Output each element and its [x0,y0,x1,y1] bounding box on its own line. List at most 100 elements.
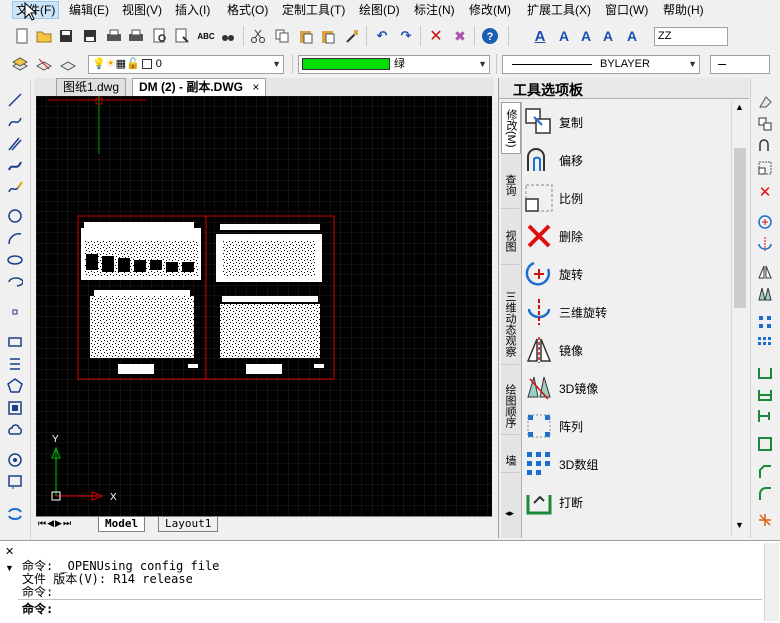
tab-model[interactable]: Model [98,517,146,532]
point-icon[interactable] [5,302,25,322]
menu-edit[interactable]: 编辑(E) [66,2,112,18]
palette-tool-rotate[interactable]: 旋转 [523,256,729,292]
save-icon[interactable] [56,26,76,46]
next-tab-icon[interactable]: ▶ [55,518,63,528]
palette-tab-3dorbit[interactable]: 三维动态观察 [501,284,519,365]
last-tab-icon[interactable]: ⏭ [63,518,72,528]
palette-tool-scale[interactable]: 比例 [523,180,729,216]
mirror-tool-icon[interactable] [755,136,775,156]
palette-tab-query[interactable]: 查询 [501,162,519,209]
layer-state-icon[interactable] [34,54,54,74]
layer-combo[interactable]: 💡☀▦🔓 0 ▼ [88,55,284,74]
doc-tab-2[interactable]: DM (2) - 副本.DWG × [132,78,267,96]
command-scrollbar[interactable] [764,543,779,621]
palette-tool-copy[interactable]: 复制 [523,104,729,140]
scale-text-icon[interactable]: A [622,26,642,46]
undo-icon[interactable]: ↶ [372,26,392,46]
line-icon[interactable] [5,90,25,110]
ellipse-icon[interactable] [5,250,25,270]
publish-icon[interactable] [172,26,192,46]
menu-window[interactable]: 窗口(W) [602,2,651,18]
palette-tool-offset[interactable]: 偏移 [523,142,729,178]
extend-tool-icon[interactable] [755,434,775,454]
palette-tool-array[interactable]: 阵列 [523,408,729,444]
print-icon[interactable] [104,26,124,46]
mirror3d-tool-icon[interactable] [755,284,775,304]
cloud-icon[interactable] [5,420,25,440]
drawing-sheet[interactable] [77,215,335,380]
palette-tool-break[interactable]: 打断 [523,484,729,520]
cut-icon[interactable] [248,26,268,46]
palette-tool-mirror3d[interactable]: 3D镜像 [523,370,729,406]
layer-previous-icon[interactable] [58,54,78,74]
plot-icon[interactable] [126,26,146,46]
scroll-up-icon[interactable]: ▲ [735,102,744,112]
chevron-down-icon[interactable]: ▼ [5,563,14,573]
edit-text-icon[interactable]: A [576,26,596,46]
palette-tab-modify[interactable]: 修改(M) [501,102,521,154]
match-properties-icon[interactable] [342,26,362,46]
array-tool-icon[interactable] [755,312,775,332]
donut-icon[interactable] [5,450,25,470]
text-style-combo[interactable]: ZZ [654,27,728,46]
palette-tab-view[interactable]: 视图 [501,218,519,265]
fillet-tool-icon[interactable] [755,484,775,504]
drawing-viewport[interactable]: Y X [36,96,492,516]
lineweight-combo[interactable] [710,55,770,74]
palette-titlebar[interactable]: 工具选项板 [499,78,749,99]
delete-tool-icon[interactable]: ✕ [755,182,775,202]
linetype-combo[interactable]: BYLAYER ▼ [502,55,700,74]
find-icon[interactable] [218,26,238,46]
mtext-icon[interactable]: A [554,26,574,46]
mirror2-tool-icon[interactable] [755,262,775,282]
polyline-icon[interactable] [5,156,25,176]
text-style-icon[interactable]: A [530,26,550,46]
menu-help[interactable]: 帮助(H) [660,2,707,18]
find-text-icon[interactable]: A [598,26,618,46]
prev-tab-icon[interactable]: ◀ [47,518,55,528]
construction-line-icon[interactable] [5,112,25,132]
print-preview-icon[interactable] [150,26,170,46]
region-icon[interactable] [5,398,25,418]
drawing-canvas[interactable]: Y X [36,96,492,516]
rectangle-icon[interactable] [5,332,25,352]
chamfer-tool-icon[interactable] [755,462,775,482]
palette-collapse-icon[interactable]: ◂▸ [505,508,514,519]
help-icon[interactable]: ? [480,26,500,46]
menu-dimension[interactable]: 标注(N) [411,2,458,18]
close-icon[interactable]: × [252,80,259,94]
multiline-icon[interactable] [5,134,25,154]
menu-extend-tools[interactable]: 扩展工具(X) [524,2,594,18]
trim-tool-icon[interactable] [755,406,775,426]
palette-tool-array3d[interactable]: 3D数组 [523,446,729,482]
explode-tool-icon[interactable] [755,510,775,530]
palette-scrollbar[interactable]: ▲ ▼ [731,100,748,536]
spell-check-icon[interactable]: ABC [196,26,216,46]
layer-manager-icon[interactable] [10,54,30,74]
revision-cloud-icon[interactable] [5,354,25,374]
open-icon[interactable] [34,26,54,46]
tab-layout1[interactable]: Layout1 [158,517,219,532]
menu-custom-tools[interactable]: 定制工具(T) [279,2,348,18]
palette-tool-delete[interactable]: 删除 [523,218,729,254]
join-tool-icon[interactable] [755,384,775,404]
polygon-icon[interactable] [5,376,25,396]
break-tool-icon[interactable] [755,362,775,382]
menu-view[interactable]: 视图(V) [119,2,165,18]
palette-tab-wall[interactable]: 墙 [501,448,519,473]
menu-modify[interactable]: 修改(M) [466,2,514,18]
paste-special-icon[interactable] [318,26,338,46]
palette-tool-mirror[interactable]: 镜像 [523,332,729,368]
menu-draw[interactable]: 绘图(D) [356,2,403,18]
new-icon[interactable] [12,26,32,46]
redo-icon[interactable]: ↷ [396,26,416,46]
sketch-icon[interactable] [5,178,25,198]
hatch-icon[interactable] [5,472,25,492]
erase-icon[interactable]: ✖ [450,26,470,46]
first-tab-icon[interactable]: ⏮ [38,518,47,528]
menu-format[interactable]: 格式(O) [224,2,271,18]
color-combo[interactable]: 绿 ▼ [298,55,490,74]
save-all-icon[interactable] [80,26,100,46]
circle-icon[interactable] [5,206,25,226]
arc-icon[interactable] [5,228,25,248]
